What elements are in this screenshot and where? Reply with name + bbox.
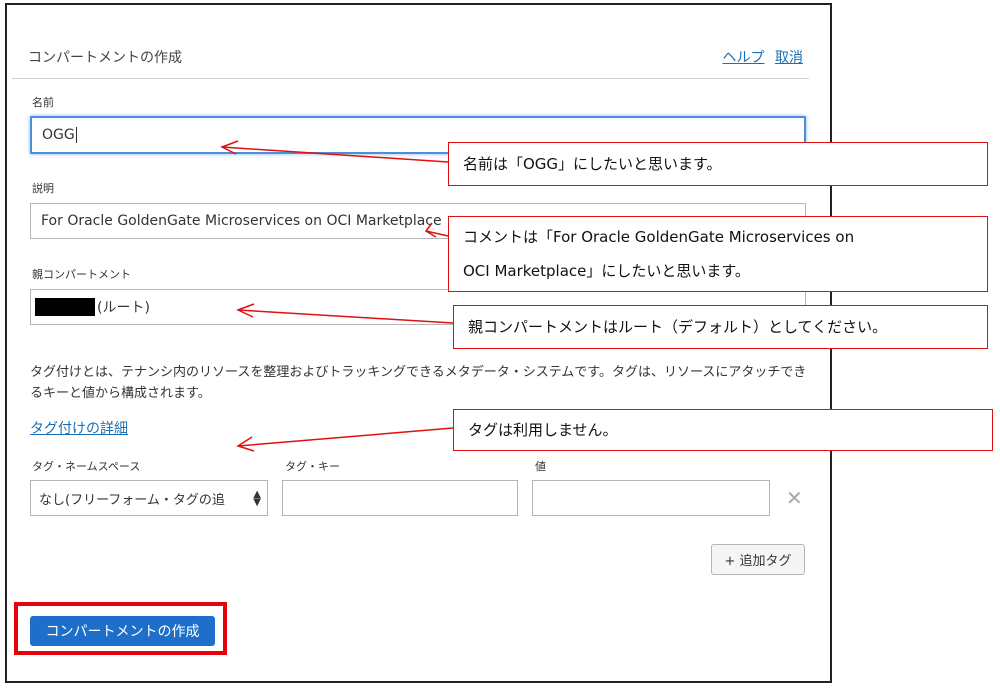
annotation-arrows [220,140,454,452]
arrow-tag [237,427,454,447]
arrow-parent [237,309,454,324]
arrow-name [221,146,449,163]
